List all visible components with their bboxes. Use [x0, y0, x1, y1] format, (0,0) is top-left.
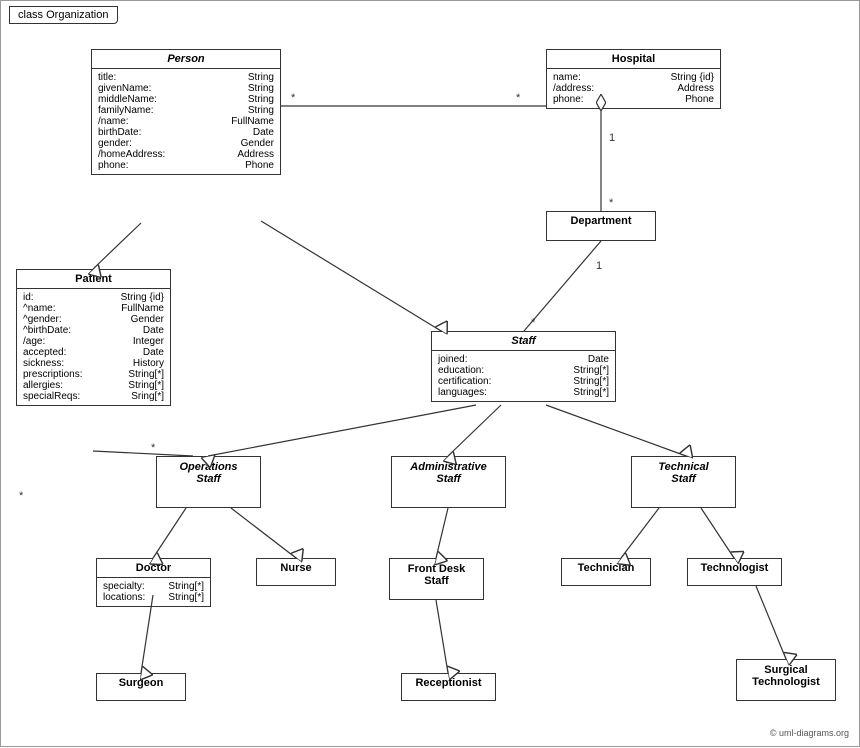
- svg-text:*: *: [19, 490, 24, 502]
- technologist-class: Technologist: [687, 558, 782, 586]
- operations-staff-class: OperationsStaff: [156, 456, 261, 508]
- patient-class: Patient id:String {id} ^name:FullName ^g…: [16, 269, 171, 406]
- technician-class: Technician: [561, 558, 651, 586]
- surgical-technologist-title: SurgicalTechnologist: [737, 660, 835, 692]
- technologist-title: Technologist: [688, 559, 781, 577]
- diagram-title: class Organization: [9, 6, 118, 24]
- nurse-class: Nurse: [256, 558, 336, 586]
- svg-text:*: *: [291, 92, 296, 104]
- front-desk-staff-title: Front DeskStaff: [390, 559, 483, 591]
- patient-title: Patient: [17, 270, 170, 289]
- technical-staff-class: TechnicalStaff: [631, 456, 736, 508]
- surgeon-title: Surgeon: [97, 674, 185, 692]
- diagram-container: class Organization Person title:String g…: [0, 0, 860, 747]
- hospital-class: Hospital name:String {id} /address:Addre…: [546, 49, 721, 109]
- svg-text:1: 1: [596, 260, 602, 272]
- copyright: © uml-diagrams.org: [770, 728, 849, 738]
- technical-staff-title: TechnicalStaff: [632, 457, 735, 489]
- hospital-attrs: name:String {id} /address:Address phone:…: [547, 69, 720, 108]
- patient-attrs: id:String {id} ^name:FullName ^gender:Ge…: [17, 289, 170, 405]
- svg-text:1: 1: [609, 132, 615, 144]
- surgeon-class: Surgeon: [96, 673, 186, 701]
- administrative-staff-title: AdministrativeStaff: [392, 457, 505, 489]
- nurse-title: Nurse: [257, 559, 335, 577]
- person-title: Person: [92, 50, 280, 69]
- svg-text:*: *: [151, 442, 156, 454]
- staff-attrs: joined:Date education:String[*] certific…: [432, 351, 615, 401]
- department-title: Department: [547, 212, 655, 230]
- person-attrs: title:String givenName:String middleName…: [92, 69, 280, 174]
- svg-text:*: *: [531, 317, 536, 329]
- hospital-title: Hospital: [547, 50, 720, 69]
- doctor-attrs: specialty:String[*] locations:String[*]: [97, 578, 210, 606]
- operations-staff-title: OperationsStaff: [157, 457, 260, 489]
- person-class: Person title:String givenName:String mid…: [91, 49, 281, 175]
- surgical-technologist-class: SurgicalTechnologist: [736, 659, 836, 701]
- receptionist-class: Receptionist: [401, 673, 496, 701]
- svg-text:*: *: [609, 197, 614, 209]
- doctor-class: Doctor specialty:String[*] locations:Str…: [96, 558, 211, 607]
- front-desk-staff-class: Front DeskStaff: [389, 558, 484, 600]
- staff-class: Staff joined:Date education:String[*] ce…: [431, 331, 616, 402]
- receptionist-title: Receptionist: [402, 674, 495, 692]
- department-class: Department: [546, 211, 656, 241]
- svg-text:*: *: [516, 92, 521, 104]
- doctor-title: Doctor: [97, 559, 210, 578]
- staff-title: Staff: [432, 332, 615, 351]
- technician-title: Technician: [562, 559, 650, 577]
- administrative-staff-class: AdministrativeStaff: [391, 456, 506, 508]
